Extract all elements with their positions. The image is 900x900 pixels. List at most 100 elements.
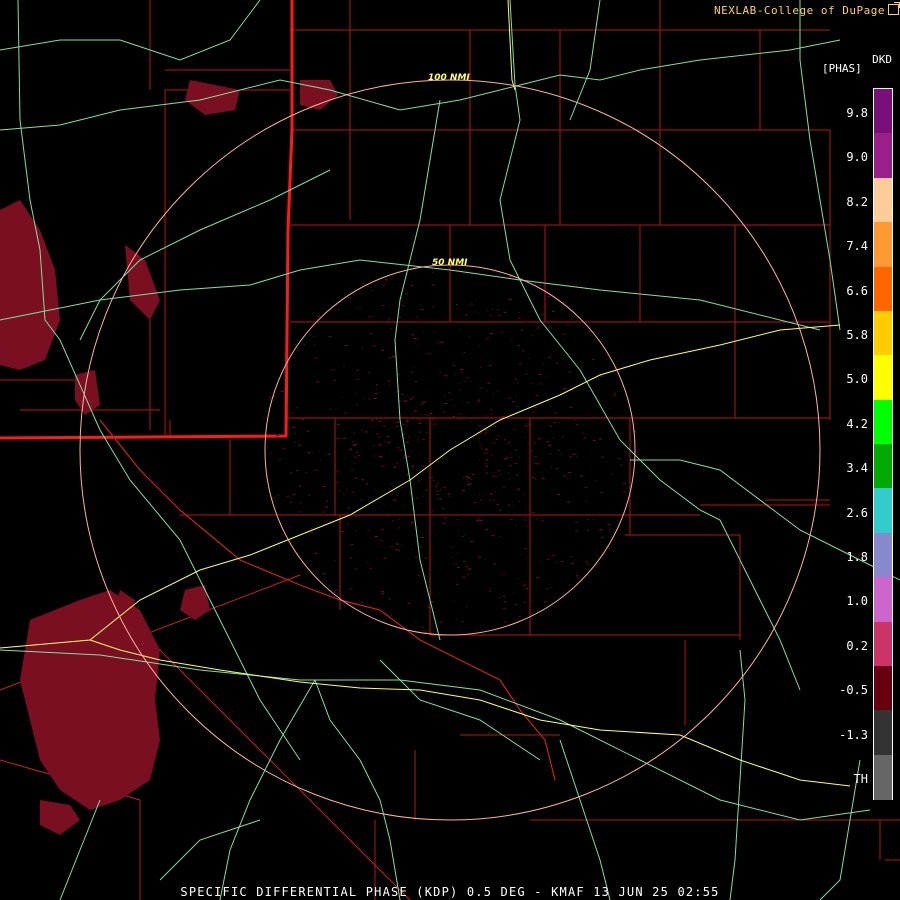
radar-map (0, 0, 900, 900)
speckle (429, 413, 433, 415)
speckle (342, 437, 346, 439)
speckle (481, 447, 483, 449)
speckle (489, 493, 493, 495)
speckle (416, 418, 418, 420)
speckle (509, 464, 512, 466)
speckle (504, 458, 508, 460)
speckle (423, 630, 427, 632)
speckle (352, 294, 356, 296)
speckle (379, 391, 381, 393)
speckle (600, 375, 604, 377)
speckle (539, 284, 542, 286)
speckle (396, 447, 400, 449)
speckle (360, 499, 363, 501)
speckle (587, 413, 589, 415)
speckle (302, 419, 304, 420)
speckle (441, 508, 445, 510)
speckle (467, 402, 470, 403)
speckle (312, 452, 314, 454)
speckle (485, 472, 489, 474)
speckle (531, 512, 535, 513)
speckle (370, 425, 372, 427)
speckle (530, 454, 532, 456)
speckle (282, 448, 286, 450)
speckle (486, 493, 487, 495)
speckle (478, 556, 482, 558)
speckle (442, 523, 446, 524)
speckle (373, 455, 375, 457)
speckle (465, 566, 468, 567)
speckle (291, 495, 293, 496)
speckle (390, 546, 394, 548)
speckle (525, 516, 528, 518)
speckle (460, 372, 463, 374)
speckle (462, 621, 465, 622)
legend-tick-label: 2.6 (846, 505, 868, 520)
speckle (592, 440, 596, 441)
speckle (423, 414, 426, 416)
speckle (533, 460, 535, 462)
speckle (528, 427, 531, 429)
speckle (528, 357, 530, 359)
speckle (366, 483, 369, 485)
speckle (363, 282, 365, 284)
speckle (422, 465, 425, 467)
speckle (598, 399, 601, 401)
speckle (436, 494, 439, 496)
speckle (297, 511, 300, 513)
nexlab-credit[interactable]: NEXLAB-College of DuPage (714, 2, 900, 17)
speckle (480, 367, 482, 368)
speckle (529, 459, 531, 461)
speckle (575, 455, 578, 457)
speckle (479, 519, 483, 521)
speckle (462, 379, 464, 381)
speckle (317, 315, 321, 317)
speckle (532, 335, 534, 337)
speckle (536, 463, 540, 465)
speckle (503, 595, 506, 597)
speckle (620, 464, 623, 466)
speckle (495, 439, 498, 441)
speckle (537, 327, 539, 329)
speckle (402, 543, 403, 545)
speckle (438, 341, 439, 343)
speckle (540, 383, 542, 385)
speckle (478, 345, 480, 347)
speckle (327, 453, 331, 455)
speckle (601, 456, 605, 458)
speckle (367, 561, 369, 563)
speckle (526, 321, 530, 323)
speckle (555, 592, 557, 594)
speckle (535, 394, 539, 396)
speckle (563, 340, 564, 342)
speckle (432, 306, 435, 308)
speckle (332, 300, 334, 302)
speckle (423, 495, 425, 497)
speckle (349, 557, 352, 559)
legend-tick-label: -0.5 (839, 683, 868, 698)
speckle (478, 398, 481, 400)
speckle (403, 433, 406, 435)
speckle (509, 478, 510, 480)
speckle (456, 552, 458, 554)
speckle (418, 453, 420, 455)
speckle (298, 444, 300, 445)
speckle (496, 476, 498, 477)
speckle (336, 408, 338, 410)
speckle (292, 426, 296, 428)
speckle (316, 381, 320, 383)
speckle (310, 532, 314, 534)
speckle (492, 442, 496, 444)
legend-tick-label: 3.4 (846, 461, 868, 476)
speckle (587, 529, 590, 531)
speckle (322, 486, 326, 488)
legend-color-swatch (874, 310, 892, 357)
speckle (344, 345, 348, 346)
speckle (462, 576, 466, 578)
speckle (369, 399, 370, 400)
speckle (479, 495, 480, 497)
speckle (321, 511, 325, 513)
speckle (322, 573, 326, 575)
speckle (374, 536, 378, 537)
speckle (518, 500, 520, 502)
